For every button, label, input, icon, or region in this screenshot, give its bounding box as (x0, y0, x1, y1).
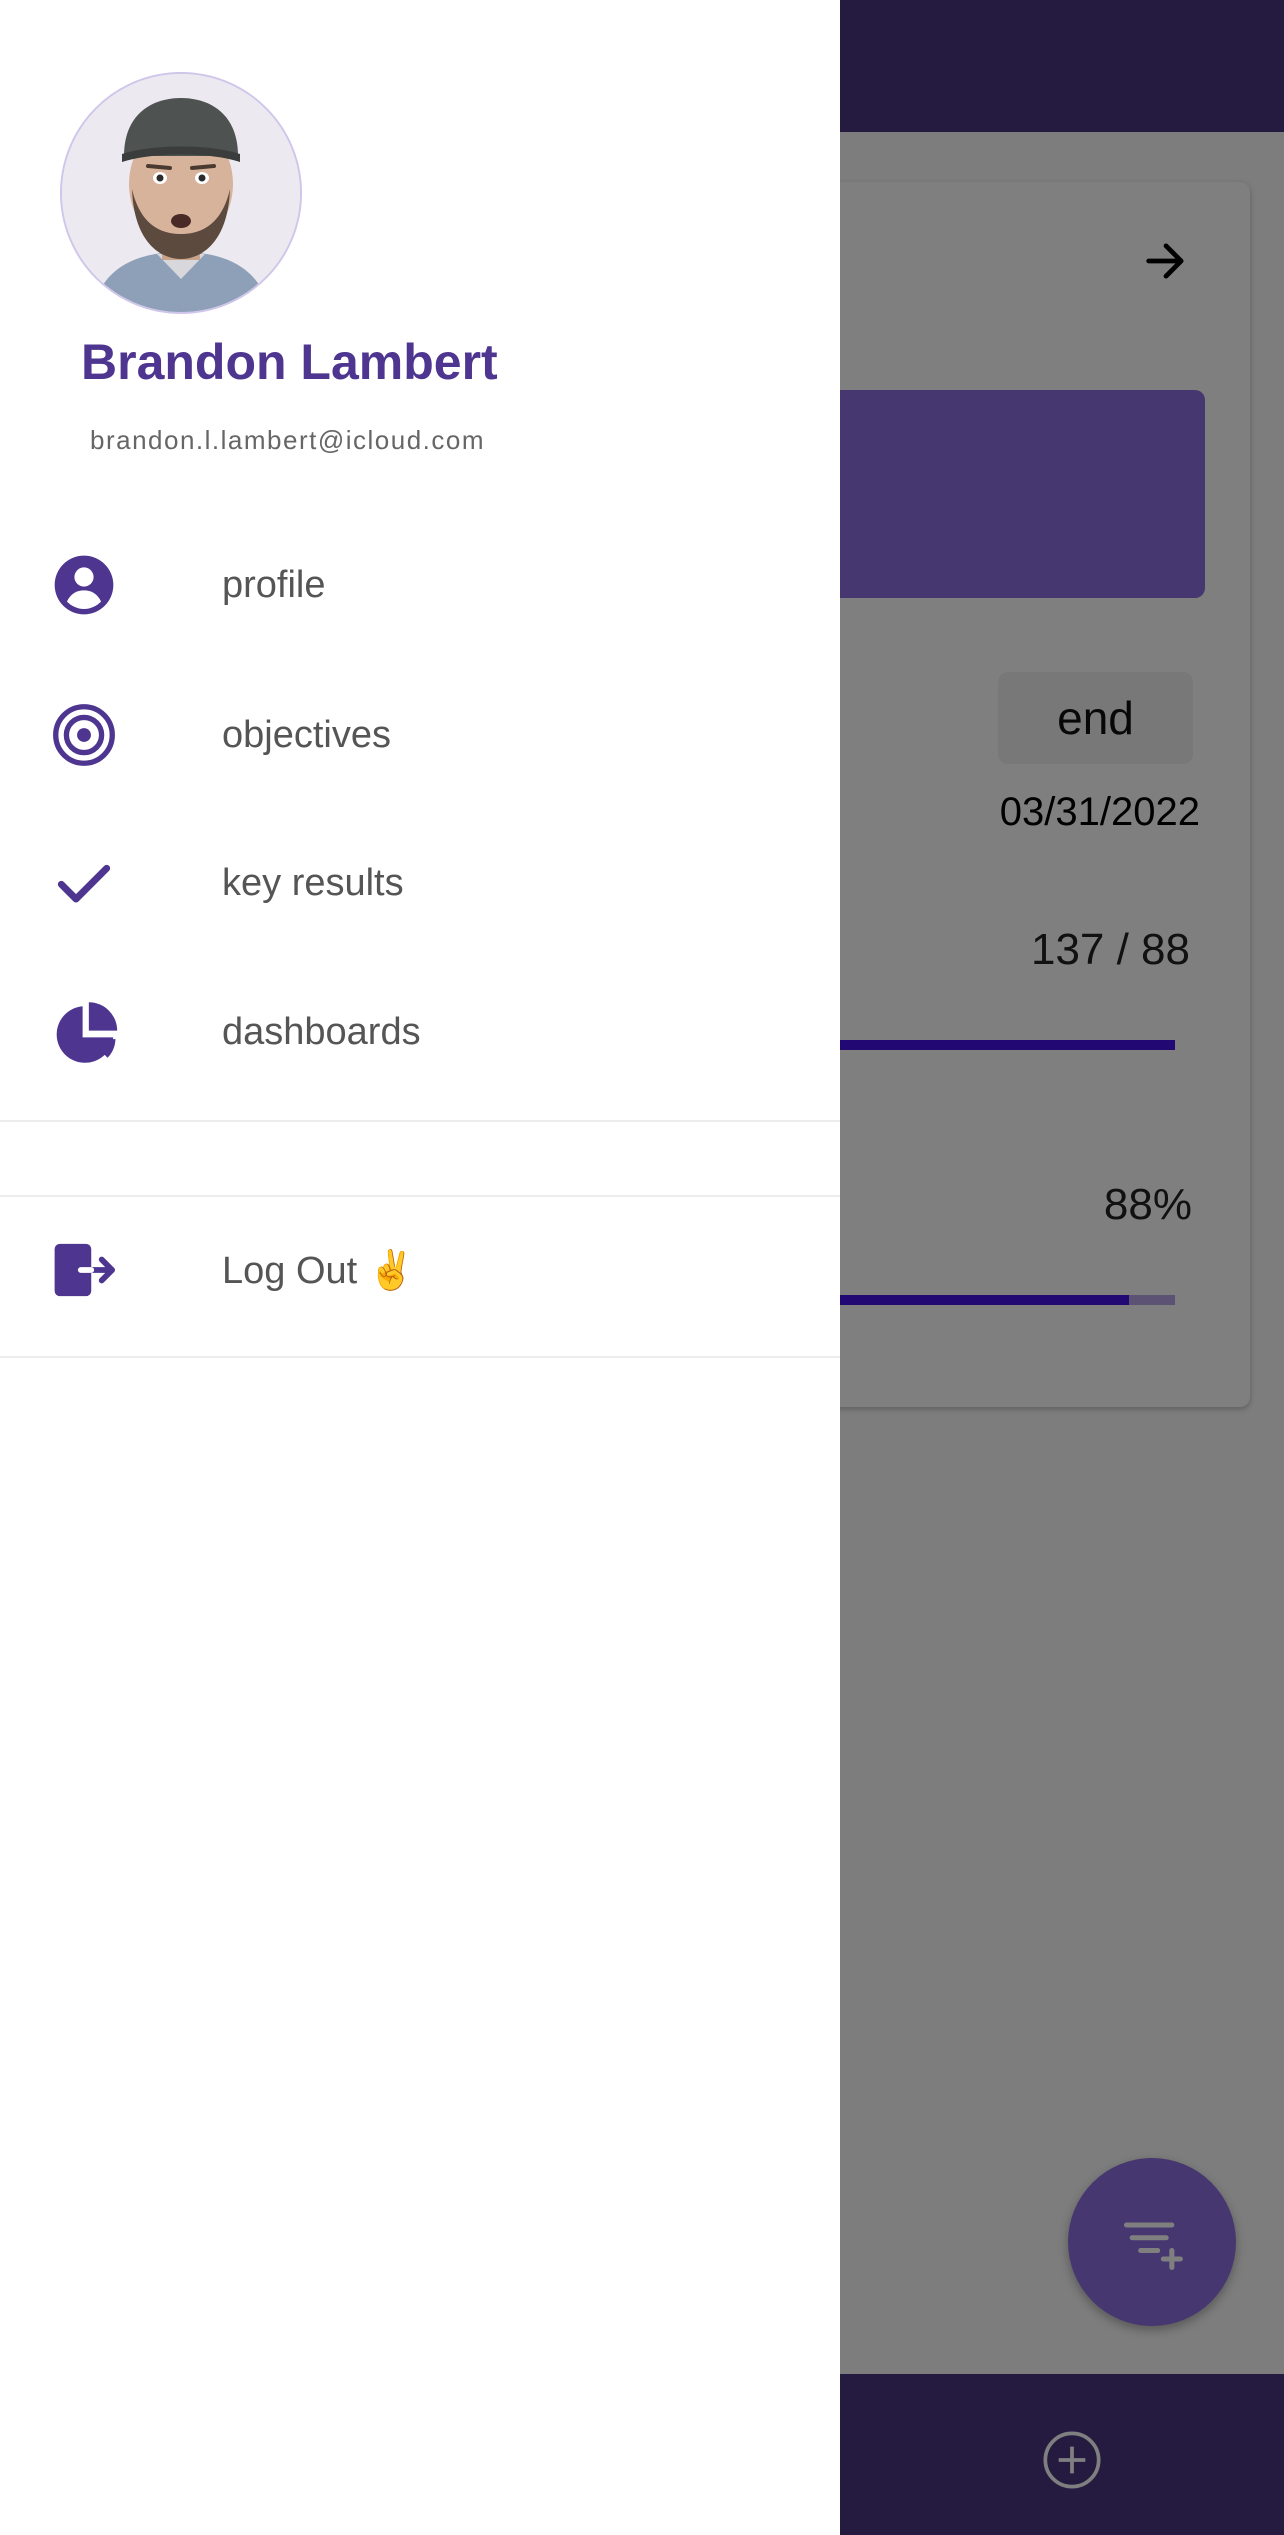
drawer-item-profile[interactable]: profile (0, 520, 840, 650)
divider (0, 1356, 840, 1358)
divider (0, 1120, 840, 1122)
drawer-item-label: profile (222, 564, 326, 606)
logout-button[interactable]: Log Out ✌️ (0, 1205, 840, 1335)
drawer-item-objectives[interactable]: objectives (0, 670, 840, 800)
user-name: Brandon Lambert (81, 334, 498, 390)
target-icon (52, 703, 116, 767)
logout-label: Log Out ✌️ (222, 1250, 416, 1292)
logout-icon (52, 1238, 116, 1302)
user-circle-icon (52, 553, 116, 617)
drawer-item-label: objectives (222, 714, 391, 756)
drawer-item-label: key results (222, 862, 404, 904)
navigation-drawer: Brandon Lambert brandon.l.lambert@icloud… (0, 0, 840, 2535)
pie-chart-icon (52, 1000, 118, 1064)
drawer-item-key-results[interactable]: key results (0, 818, 840, 948)
divider (0, 1195, 840, 1197)
drawer-item-label: dashboards (222, 1011, 421, 1053)
user-email: brandon.l.lambert@icloud.com (90, 425, 486, 455)
user-photo (62, 74, 300, 312)
check-icon (52, 851, 116, 915)
drawer-item-dashboards[interactable]: dashboards (0, 967, 840, 1097)
avatar[interactable] (60, 72, 302, 314)
